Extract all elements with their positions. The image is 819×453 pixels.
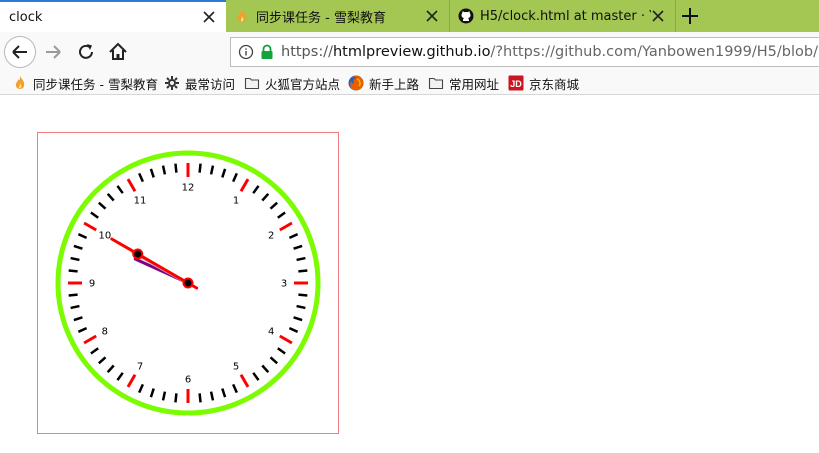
close-icon[interactable] [202, 10, 216, 24]
minute-tick [174, 163, 178, 173]
address-bar[interactable]: https://htmlpreview.github.io/?https://g… [230, 37, 819, 67]
home-icon[interactable] [104, 38, 132, 66]
url-host: htmlpreview.github.io [332, 44, 491, 60]
bookmark-xueli[interactable]: 同步课任务 - 雪梨教育 [12, 74, 158, 92]
url-scheme: https:// [281, 44, 333, 60]
bookmark-label: 同步课任务 - 雪梨教育 [33, 76, 158, 92]
info-icon[interactable] [238, 44, 254, 60]
hour-number: 7 [137, 362, 143, 373]
bookmark-label: 常用网址 [449, 76, 500, 92]
minute-tick [198, 163, 202, 173]
minute-tick [68, 269, 78, 273]
github-icon [458, 8, 474, 24]
flame-icon [234, 8, 250, 24]
clock-face: 121234567891011 [55, 150, 321, 416]
minute-tick [198, 393, 202, 403]
close-icon[interactable] [651, 9, 665, 23]
hour-number: 1 [233, 195, 239, 206]
tab-github[interactable]: H5/clock.html at master · Yanbowen1999/H… [450, 0, 676, 32]
bookmark-label: 火狐官方站点 [265, 76, 341, 92]
minute-tick [298, 269, 308, 273]
jd-icon: JD [508, 75, 524, 91]
bookmark-common-sites[interactable]: 常用网址 [428, 74, 499, 92]
hour-number: 2 [268, 231, 274, 242]
hour-number: 10 [98, 231, 111, 242]
bookmark-jd[interactable]: JD 京东商城 [508, 74, 579, 92]
tab-strip: clock 同步课任务 - 雪梨教育 H5/clock.html at mast… [0, 0, 819, 32]
minute-tick [68, 293, 78, 297]
folder-icon [428, 75, 444, 91]
tab-clock[interactable]: clock [0, 0, 226, 32]
url-path: /?https://github.com/Yanbowen1999/H5/blo… [490, 44, 819, 60]
hour-number: 4 [268, 327, 274, 338]
center-pivot [182, 277, 194, 289]
tab-title: 同步课任务 - 雪梨教育 [256, 10, 386, 26]
flame-icon [12, 75, 28, 91]
hour-number: 5 [233, 362, 239, 373]
back-arrow-icon[interactable] [4, 36, 36, 68]
forward-arrow-icon[interactable] [40, 38, 68, 66]
bookmark-label: 最常访问 [185, 76, 236, 92]
bookmark-firefox-site[interactable]: 火狐官方站点 [244, 74, 340, 92]
second-hand-bead [132, 248, 144, 260]
hour-number: 9 [89, 279, 95, 290]
gear-icon [164, 75, 180, 91]
tab-xueli[interactable]: 同步课任务 - 雪梨教育 [226, 0, 450, 32]
reload-icon[interactable] [72, 38, 100, 66]
svg-text:JD: JD [510, 79, 522, 89]
minute-tick [174, 393, 178, 403]
hour-number: 6 [185, 375, 191, 386]
minute-tick [298, 293, 308, 297]
bookmark-label: 京东商城 [529, 76, 580, 92]
bookmark-most-visited[interactable]: 最常访问 [164, 74, 235, 92]
bookmarks-toolbar: 同步课任务 - 雪梨教育 最常访问 火狐官方站点 新手上路 常用网址 JD 京东… [0, 72, 819, 95]
clock-canvas: 12 1 2 3 4 5 6 7 8 9 10 11 [37, 132, 339, 434]
close-icon[interactable] [425, 9, 439, 23]
folder-icon [244, 75, 260, 91]
tab-title: clock [9, 9, 43, 25]
hour-number: 12 [182, 183, 195, 194]
lock-icon [260, 44, 274, 60]
new-tab-plus-icon[interactable] [678, 4, 702, 28]
hour-number: 11 [134, 195, 147, 206]
hour-number: 3 [281, 279, 287, 290]
bookmark-getting-started[interactable]: 新手上路 [348, 74, 419, 92]
hour-number: 8 [102, 327, 108, 338]
firefox-icon [348, 75, 364, 91]
bookmark-label: 新手上路 [369, 76, 420, 92]
navigation-bar: https://htmlpreview.github.io/?https://g… [0, 32, 819, 72]
tab-title: H5/clock.html at master · Yanbowen1999/H… [480, 8, 651, 24]
